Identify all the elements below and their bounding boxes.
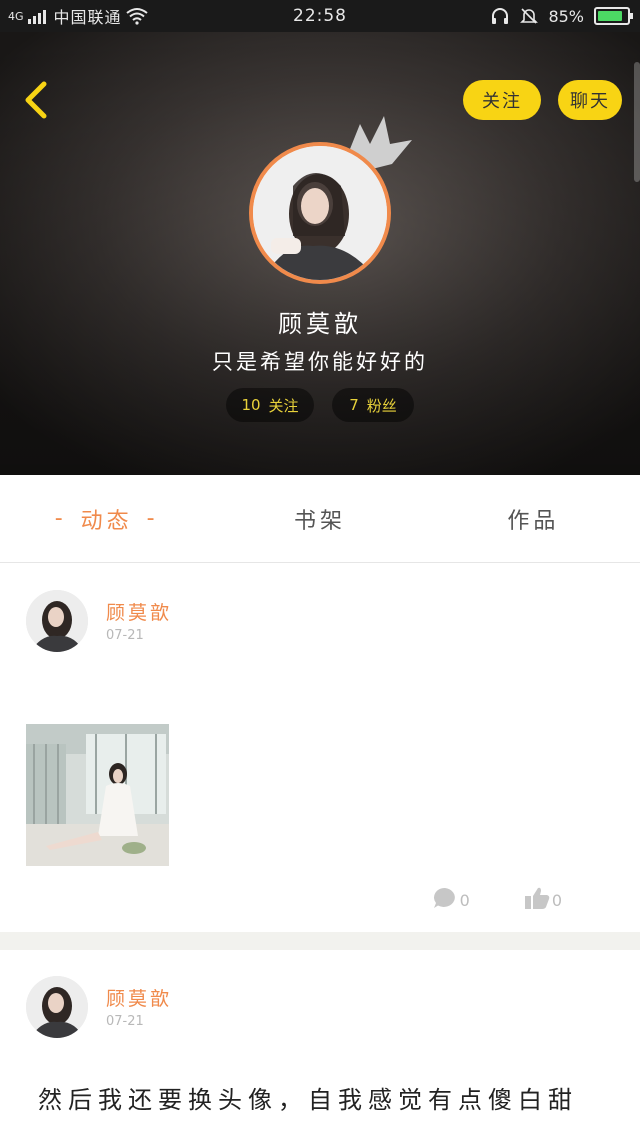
scrollbar[interactable]: [634, 62, 640, 182]
following-stat[interactable]: 10 关注: [226, 388, 314, 422]
like-count: 0: [551, 891, 562, 910]
profile-name: 顾莫歆: [278, 310, 362, 338]
post-photo: [26, 724, 169, 866]
post-actions: 0 0: [432, 886, 562, 910]
battery-fill: [598, 11, 622, 21]
fans-label: 粉丝: [366, 396, 397, 415]
headset-icon: [492, 8, 509, 24]
fans-stat[interactable]: 7 粉丝: [332, 388, 414, 422]
post-author-name[interactable]: 顾莫歆: [106, 984, 172, 1011]
fans-count: 7: [349, 396, 359, 414]
like-action[interactable]: 0: [524, 886, 562, 910]
profile-header: 关注 聊天 顾莫歆 只是希望你能好好的 10 关注 7 粉丝: [0, 32, 640, 475]
tab-feed[interactable]: - 动态 -: [0, 475, 213, 562]
follow-button[interactable]: 关注: [463, 80, 541, 120]
tab-bookshelf-label: 书架: [293, 508, 346, 534]
profile-avatar[interactable]: [249, 142, 391, 284]
feed-post[interactable]: 顾莫歆 07-21 0 0: [0, 564, 640, 932]
post-divider: [0, 932, 640, 950]
post-author-name[interactable]: 顾莫歆: [106, 598, 172, 625]
tab-works-label: 作品: [507, 508, 560, 534]
profile-tabs: - 动态 - 书架 作品: [0, 475, 640, 563]
tab-dash-right: -: [146, 506, 159, 531]
profile-bio: 只是希望你能好好的: [212, 350, 428, 374]
comment-action[interactable]: 0: [432, 886, 470, 910]
post-avatar-image: [26, 976, 88, 1038]
battery-icon: [594, 7, 633, 25]
following-label: 关注: [268, 396, 299, 415]
post-author-avatar[interactable]: [26, 590, 88, 652]
comment-icon: [433, 887, 455, 908]
chat-button[interactable]: 聊天: [558, 80, 622, 120]
tab-feed-label: 动态: [80, 508, 133, 534]
post-image[interactable]: [26, 724, 169, 866]
following-count: 10: [241, 396, 261, 414]
tab-works[interactable]: 作品: [427, 475, 640, 562]
post-date: 07-21: [106, 1014, 144, 1029]
tab-dash-left: -: [54, 506, 67, 531]
post-avatar-image: [26, 590, 88, 652]
battery-percent: 85%: [548, 6, 584, 26]
status-bar: 4G 中国联通 22:58 85%: [0, 0, 640, 32]
feed-post[interactable]: 顾莫歆 07-21 然后我还要换头像，自我感觉有点傻白甜: [0, 950, 640, 1138]
mute-bell-icon: [520, 8, 539, 24]
profile-avatar-image: [253, 146, 387, 280]
post-text: 然后我还要换头像，自我感觉有点傻白甜: [38, 1086, 578, 1114]
back-arrow-icon[interactable]: [18, 78, 58, 122]
thumbs-up-icon: [524, 887, 550, 909]
post-author-avatar[interactable]: [26, 976, 88, 1038]
post-date: 07-21: [106, 628, 144, 643]
comment-count: 0: [459, 891, 470, 910]
tab-bookshelf[interactable]: 书架: [213, 475, 426, 562]
status-right: 85%: [490, 0, 633, 32]
